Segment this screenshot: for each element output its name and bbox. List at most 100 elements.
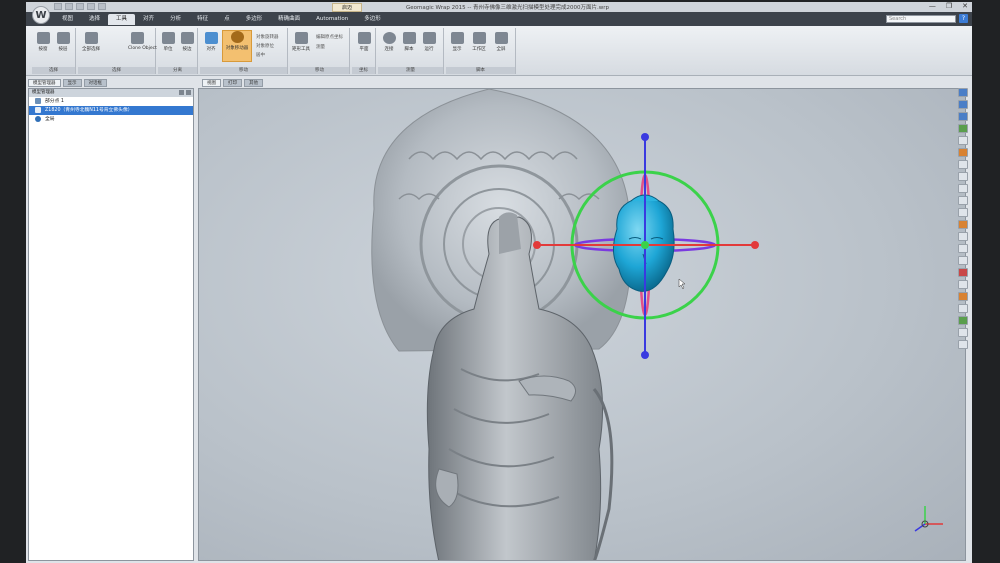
menu-tab-analysis[interactable]: 分析 (162, 14, 189, 25)
camera-icon[interactable] (958, 340, 968, 349)
connect-button[interactable]: 连接 (380, 32, 398, 52)
object-rotator-link[interactable]: 对象旋转器 (256, 34, 279, 40)
center-link[interactable]: 居中 (256, 52, 265, 58)
rectangle-tool-button[interactable]: 矩形工具 (292, 32, 310, 52)
context-tab[interactable]: 启迈 (332, 3, 362, 12)
measure-icon[interactable] (958, 304, 968, 313)
connect-icon (382, 32, 396, 44)
align-button[interactable]: 对齐 (202, 32, 220, 52)
menu-tab-exact-surfaces[interactable]: 精确曲面 (270, 14, 308, 25)
clone-object-button[interactable]: Clone Object (128, 32, 157, 51)
3d-viewport[interactable] (198, 88, 966, 561)
tree-item-global[interactable]: 全局 (29, 115, 193, 124)
run-button[interactable]: 运行 (420, 32, 438, 52)
left-panel-tabs: 模型管理器 显示 对话框 (28, 79, 107, 87)
normals-icon[interactable] (958, 244, 968, 253)
menu-tab-tools[interactable]: 工具 (108, 14, 136, 25)
view-fit-icon[interactable] (958, 124, 968, 133)
axes-icon[interactable] (958, 328, 968, 337)
x-axis-right-knob[interactable] (751, 241, 759, 249)
zoom-icon[interactable] (958, 160, 968, 169)
rotate-view-icon[interactable] (958, 136, 968, 145)
texture-icon[interactable] (958, 280, 968, 289)
select-brush-icon[interactable] (958, 208, 968, 217)
point-cloud-icon (35, 97, 41, 104)
viewport-scene[interactable] (199, 89, 966, 561)
menu-tab-view[interactable]: 视图 (54, 14, 81, 25)
measure-link[interactable]: 测量 (316, 44, 325, 50)
fullscreen-button[interactable]: 全屏 (492, 32, 510, 52)
app-logo-icon[interactable]: W (32, 6, 50, 24)
run-icon (422, 32, 436, 44)
save-icon[interactable] (76, 3, 84, 10)
ribbon-group-coords: 平面 坐标 (352, 28, 376, 74)
pin-icon[interactable] (179, 90, 184, 95)
menu-tab-polygons-2[interactable]: 多边形 (356, 14, 389, 25)
tab-dialog[interactable]: 对话框 (83, 79, 107, 87)
points-display-icon[interactable] (958, 232, 968, 241)
close-panel-icon[interactable] (186, 90, 191, 95)
plane-button[interactable]: 平面 (355, 32, 373, 52)
menu-tab-select[interactable]: 选择 (81, 14, 108, 25)
layer-select-icon (56, 32, 70, 44)
globe-icon (35, 115, 41, 122)
y-axis-top-knob[interactable] (641, 133, 649, 141)
view-iso-icon[interactable] (958, 112, 968, 121)
menu-tab-polygons[interactable]: 多边形 (238, 14, 271, 25)
search-input[interactable]: Search (886, 15, 956, 23)
help-icon[interactable]: ? (959, 14, 968, 23)
clip-plane-icon[interactable] (958, 268, 968, 277)
new-file-icon[interactable] (54, 3, 62, 10)
workspace-button[interactable]: 工作区 (470, 32, 488, 52)
display-button[interactable]: 显示 (448, 32, 466, 52)
edit-origin-link[interactable]: 编辑原点坐标 (316, 34, 343, 40)
by-edge-button[interactable]: 按边 (178, 32, 196, 52)
ribbon-group-move: 对齐 对象移动器 对象旋转器 对象原位 居中 移动 (200, 28, 288, 74)
restore-icon[interactable]: ❐ (946, 2, 952, 10)
menu-tab-align[interactable]: 对齐 (135, 14, 162, 25)
object-mover-button[interactable]: 对象移动器 (222, 30, 252, 62)
right-view-toolbar (956, 86, 970, 486)
light-icon[interactable] (958, 256, 968, 265)
select-rect-icon[interactable] (958, 184, 968, 193)
select-all-button[interactable]: 全部选择 (82, 32, 100, 52)
gizmo-center[interactable] (641, 241, 649, 249)
minimize-icon[interactable]: — (929, 2, 936, 10)
menu-tab-points[interactable]: 点 (216, 14, 238, 25)
ribbon-group-select-2: 全部选择 Clone Object 选择 (78, 28, 157, 74)
tab-display[interactable]: 显示 (62, 79, 82, 87)
tab-view[interactable]: 视图 (202, 79, 221, 87)
window-select-button[interactable]: 按窗 (34, 32, 52, 52)
y-axis-bottom-knob[interactable] (641, 351, 649, 359)
view-front-icon[interactable] (958, 88, 968, 97)
x-axis-left-knob[interactable] (533, 241, 541, 249)
object-mover-icon (230, 31, 244, 43)
tab-model-manager[interactable]: 模型管理器 (28, 79, 61, 87)
pan-icon[interactable] (958, 172, 968, 181)
tab-print[interactable]: 打印 (223, 79, 242, 87)
select-lasso-icon[interactable] (958, 196, 968, 205)
close-icon[interactable]: ✕ (962, 2, 968, 10)
script-button[interactable]: 脚本 (400, 32, 418, 52)
wireframe-icon[interactable] (958, 220, 968, 229)
tree-item-mesh-selected[interactable]: Z1820（青州寺北魏N11号背立佛头像） (29, 106, 193, 115)
open-file-icon[interactable] (65, 3, 73, 10)
orientation-triad-icon[interactable] (914, 506, 943, 532)
ribbon-group-split: 单位 按边 分离 (158, 28, 198, 74)
tree-item-points[interactable]: 部分点 1 (29, 97, 193, 106)
shading-icon[interactable] (958, 148, 968, 157)
menu-tab-features[interactable]: 特征 (189, 14, 216, 25)
menu-tab-automation[interactable]: Automation (308, 14, 356, 25)
redo-icon[interactable] (98, 3, 106, 10)
layer-select-button[interactable]: 按层 (54, 32, 72, 52)
application-window: 启迈 Geomagic Wrap 2015 -- 青州寺佛像三维激光扫描模型处理… (26, 2, 972, 563)
unit-button[interactable]: 单位 (159, 32, 177, 52)
color-map-icon[interactable] (958, 292, 968, 301)
view-back-icon[interactable] (958, 100, 968, 109)
object-origin-link[interactable]: 对象原位 (256, 43, 274, 49)
ribbon-toolbar: 按窗 按层 选择 全部选择 Clone Object 选择 单位 按边 分离 对… (26, 26, 972, 76)
tab-other[interactable]: 其他 (244, 79, 263, 87)
undo-icon[interactable] (87, 3, 95, 10)
model-manager-panel: 模型管理器 部分点 1 Z1820（青州寺北魏N11号背立佛头像） 全局 (28, 88, 194, 561)
grid-icon[interactable] (958, 316, 968, 325)
